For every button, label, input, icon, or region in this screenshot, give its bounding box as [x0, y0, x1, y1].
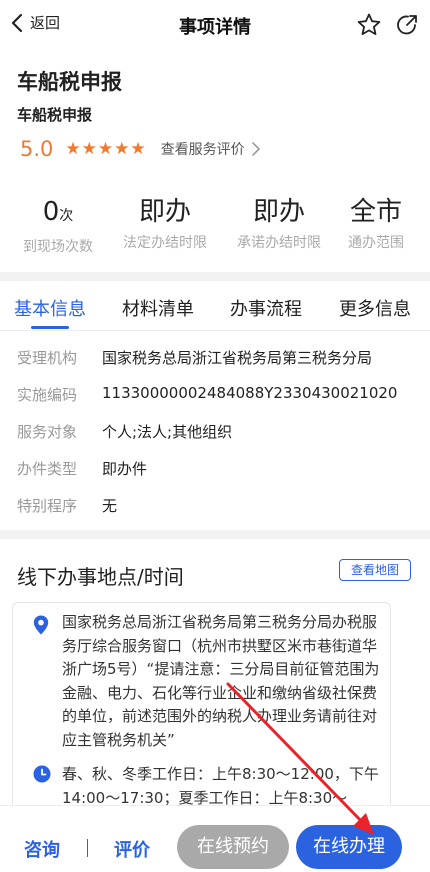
- info-row-special: 特别程序 无: [17, 495, 117, 516]
- info-value: 11330000002484088Y2330430021020: [102, 384, 398, 402]
- info-value: 国家税务总局浙江省税务局第三税务分局: [102, 349, 373, 367]
- tab-more-info[interactable]: 更多信息: [339, 295, 411, 321]
- rating-row: 5.0 ★ ★ ★ ★ ★ 查看服务评价: [20, 136, 261, 162]
- star-filled-icon: ★: [114, 139, 130, 159]
- online-reservation-button[interactable]: 在线预约: [177, 825, 289, 869]
- chevron-right-icon: [251, 142, 260, 156]
- star-filled-icon: ★: [97, 139, 114, 159]
- info-row-type: 办件类型 即办件: [17, 458, 147, 479]
- tab-basic-info[interactable]: 基本信息: [14, 295, 86, 321]
- consult-button[interactable]: 咨询: [24, 836, 60, 862]
- office-hours: 春、秋、冬季工作日：上午8:30～12:00，下午14:00～17:30；夏季工…: [62, 765, 379, 807]
- info-row-audience: 服务对象 个人;法人;其他组织: [17, 421, 232, 442]
- stat-label: 通办范围: [348, 235, 404, 251]
- info-value: 个人;法人;其他组织: [102, 423, 233, 441]
- stat-value: 0次: [42, 197, 74, 227]
- online-apply-button[interactable]: 在线办理: [296, 825, 402, 869]
- stat-label: 法定办结时限: [123, 235, 207, 251]
- view-map-button[interactable]: 查看地图: [339, 559, 411, 581]
- star-filled-icon: ★: [130, 139, 146, 159]
- offline-location-card: 国家税务总局浙江省税务局第三税务分局办税服务厅综合服务窗口（杭州市拱墅区米市巷街…: [12, 602, 391, 832]
- item-subtitle: 车船税申报: [17, 106, 93, 124]
- bottom-action-bar: 咨询 评价 在线预约 在线办理: [0, 805, 430, 872]
- share-icon[interactable]: [394, 12, 420, 38]
- office-address: 国家税务总局浙江省税务局第三税务分局办税服务厅综合服务窗口（杭州市拱墅区米市巷街…: [62, 613, 380, 749]
- tab-materials[interactable]: 材料清单: [122, 295, 194, 321]
- tab-active-indicator: [31, 326, 69, 329]
- info-key: 服务对象: [17, 423, 78, 441]
- info-key: 特别程序: [17, 497, 78, 515]
- info-value: 即办件: [102, 460, 148, 478]
- section-divider: [0, 272, 430, 281]
- stat-legal-limit: 即办 法定办结时限: [107, 196, 223, 252]
- info-key: 办件类型: [17, 460, 78, 478]
- info-value: 无: [102, 497, 118, 515]
- info-key: 受理机构: [17, 349, 78, 367]
- nav-bar: 返回 事项详情: [0, 0, 430, 50]
- review-button[interactable]: 评价: [114, 836, 150, 862]
- rating-stars: ★ ★ ★ ★ ★: [65, 139, 146, 159]
- tab-bar: 基本信息 材料清单 办事流程 更多信息: [0, 283, 430, 331]
- stat-visits: 0次 到现场次数: [0, 196, 116, 256]
- view-reviews-link[interactable]: 查看服务评价: [161, 139, 261, 159]
- page: 返回 事项详情 车船税申报 车船税申报 5.0 ★ ★ ★ ★ ★ 查看服务评价: [0, 0, 430, 872]
- info-row-code: 实施编码 11330000002484088Y2330430021020: [17, 384, 397, 405]
- star-icon[interactable]: [356, 12, 382, 38]
- section-divider: [0, 530, 430, 539]
- rating-score: 5.0: [20, 137, 54, 161]
- item-title: 车船税申报: [17, 70, 122, 94]
- star-filled-icon: ★: [81, 139, 97, 159]
- view-reviews-label: 查看服务评价: [160, 142, 245, 158]
- divider: [87, 839, 88, 857]
- info-key: 实施编码: [17, 386, 78, 404]
- info-row-agency: 受理机构 国家税务总局浙江省税务局第三税务分局: [17, 347, 372, 368]
- stat-scope: 全市 通办范围: [318, 196, 430, 252]
- stat-label: 到现场次数: [23, 239, 93, 255]
- tab-process[interactable]: 办事流程: [230, 295, 302, 321]
- location-pin-icon: [33, 615, 49, 635]
- offline-section-title: 线下办事地点/时间: [17, 565, 184, 589]
- clock-icon: [33, 765, 51, 783]
- stats-row: 0次 到现场次数 即办 法定办结时限 即办 承诺办结时限 全市 通办范围: [0, 196, 430, 256]
- stat-value: 即办: [138, 197, 191, 227]
- star-filled-icon: ★: [65, 139, 81, 159]
- stat-value: 全市: [349, 197, 402, 227]
